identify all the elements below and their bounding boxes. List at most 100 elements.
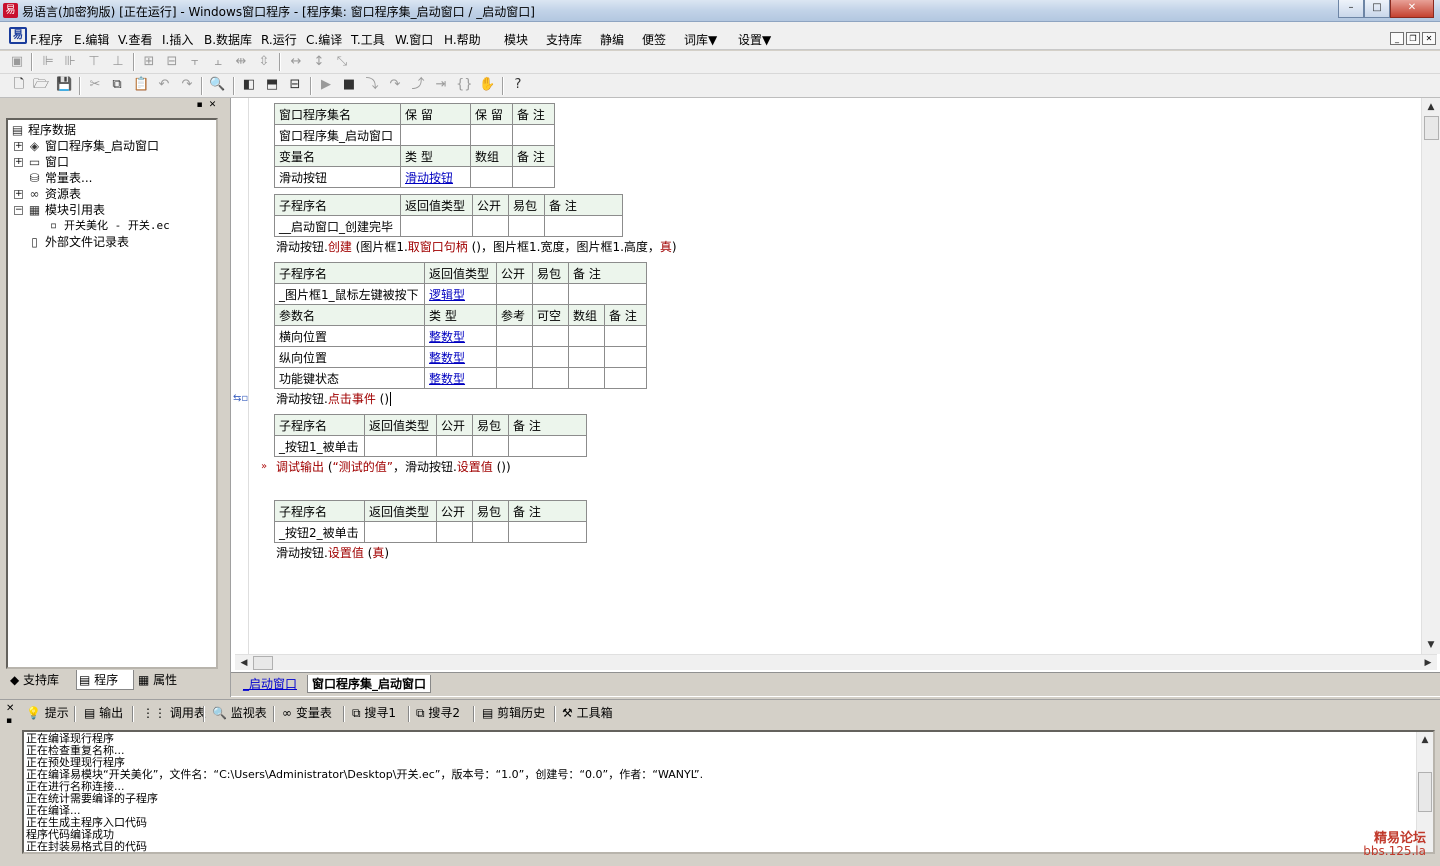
- menu-run[interactable]: R.运行: [261, 31, 297, 48]
- code-line-create[interactable]: 滑动按钮.创建 (图片框1.取窗口句柄 ()，图片框1.宽度，图片框1.高度，真…: [276, 239, 677, 255]
- find-icon[interactable]: 🔍: [209, 77, 225, 93]
- height-icon[interactable]: ↕: [311, 54, 327, 70]
- menu-view[interactable]: V.查看: [118, 31, 152, 48]
- center-horizontal-icon[interactable]: ⊞: [141, 54, 157, 70]
- save-icon[interactable]: 💾: [56, 77, 72, 93]
- step-out-icon[interactable]: ⤴: [410, 77, 426, 93]
- layout-top-icon[interactable]: ⬒: [264, 77, 280, 93]
- expand-icon[interactable]: +: [14, 190, 23, 199]
- breakpoint-icon[interactable]: {}: [456, 77, 473, 93]
- menu-database[interactable]: B.数据库: [204, 31, 252, 48]
- panel-pin-button[interactable]: ▪: [194, 100, 205, 111]
- tab-variable-table[interactable]: ∞ 变量表: [282, 705, 332, 721]
- scroll-down-icon[interactable]: ▼: [1424, 638, 1438, 652]
- new-file-icon[interactable]: 🗋: [11, 77, 27, 93]
- open-folder-icon[interactable]: 🗁: [33, 77, 49, 93]
- layout-split-icon[interactable]: ⊟: [287, 77, 303, 93]
- size-icon[interactable]: ⤡: [334, 54, 350, 70]
- space-vertical-icon[interactable]: ⇳: [256, 54, 272, 70]
- tree-item-external-files[interactable]: ▯ 外部文件记录表: [27, 234, 129, 250]
- code-line-debug-output[interactable]: 调试输出 (“测试的值”，滑动按钮.设置值 ()): [276, 459, 511, 475]
- close-button[interactable]: ✕: [1390, 0, 1434, 18]
- mdi-minimize-button[interactable]: _: [1390, 32, 1404, 45]
- cut-icon[interactable]: ✂: [87, 77, 103, 93]
- center-vertical-icon[interactable]: ⊟: [164, 54, 180, 70]
- menu-insert[interactable]: I.插入: [162, 31, 193, 48]
- tree-item-module-file[interactable]: ▫ 开关美化 - 开关.ec: [46, 218, 170, 234]
- tree-item-module-refs[interactable]: − ▦ 模块引用表: [14, 202, 105, 218]
- collapse-icon[interactable]: −: [14, 206, 23, 215]
- tab-assembly-start-window[interactable]: 窗口程序集_启动窗口: [307, 675, 432, 693]
- panel-close-button[interactable]: ✕: [207, 100, 218, 111]
- tab-output[interactable]: ▤ 输出: [84, 705, 123, 721]
- undo-icon[interactable]: ↶: [156, 77, 172, 93]
- menu-static-compile[interactable]: 静编: [600, 31, 624, 48]
- tab-search2[interactable]: ⧉ 搜寻2: [416, 705, 460, 721]
- output-text-area[interactable]: 正在编译现行程序 正在检查重复名称... 正在预处理现行程序 正在编译易模块“开…: [22, 730, 1435, 854]
- align-bottom-icon[interactable]: ⊥: [110, 54, 126, 70]
- tree-item-resources[interactable]: + ∞ 资源表: [14, 186, 81, 202]
- width-icon[interactable]: ↔: [288, 54, 304, 70]
- context-help-icon[interactable]: ?: [510, 77, 526, 93]
- horizontal-scroll-thumb[interactable]: [253, 656, 273, 670]
- menu-support-lib[interactable]: 支持库: [546, 31, 582, 48]
- menu-notes[interactable]: 便签: [642, 31, 666, 48]
- layout-left-icon[interactable]: ◧: [241, 77, 257, 93]
- step-over-icon[interactable]: ↷: [387, 77, 403, 93]
- tab-hint[interactable]: 💡 提示: [26, 705, 69, 721]
- minimize-button[interactable]: –: [1338, 0, 1364, 18]
- menu-program[interactable]: F.程序: [30, 31, 63, 48]
- menu-settings[interactable]: 设置▼: [738, 31, 771, 48]
- mdi-restore-button[interactable]: ❐: [1406, 32, 1420, 45]
- tree-root[interactable]: ▤ 程序数据: [10, 122, 76, 138]
- tab-watch-table[interactable]: 🔍 监视表: [212, 705, 267, 721]
- copy-icon[interactable]: ⧉: [109, 77, 125, 93]
- code-line-click-event[interactable]: 滑动按钮.点击事件 (): [276, 391, 392, 407]
- tab-properties[interactable]: ▦ 属性: [136, 670, 192, 690]
- run-icon[interactable]: ▶: [318, 77, 334, 93]
- code-line-set-value[interactable]: 滑动按钮.设置值 (真): [276, 545, 389, 561]
- align-top-icon[interactable]: ⊤: [86, 54, 102, 70]
- tab-toolbox[interactable]: ⚒ 工具箱: [562, 705, 613, 721]
- editor-horizontal-scrollbar[interactable]: ◀ ▶: [235, 654, 1437, 670]
- menu-thesaurus[interactable]: 词库▼: [684, 31, 717, 48]
- run-to-cursor-icon[interactable]: ⇥: [433, 77, 449, 93]
- redo-icon[interactable]: ↷: [179, 77, 195, 93]
- menu-window[interactable]: W.窗口: [395, 31, 433, 48]
- menu-tools[interactable]: T.工具: [351, 31, 385, 48]
- same-height-icon[interactable]: ⫠: [210, 54, 226, 70]
- expand-icon[interactable]: +: [14, 158, 23, 167]
- program-tree[interactable]: ▤ 程序数据 + ◈ 窗口程序集_启动窗口 + ▭ 窗口 ⛁ 常量表... + ∞ 资源表 − ▦…: [6, 118, 218, 669]
- editor-vertical-scrollbar[interactable]: ▲ ▼: [1421, 98, 1440, 654]
- event-link-icon[interactable]: ⇆▫: [233, 392, 248, 406]
- hand-icon[interactable]: ✋: [479, 77, 495, 93]
- space-horizontal-icon[interactable]: ⇹: [233, 54, 249, 70]
- output-panel-close-icon[interactable]: ✕: [6, 703, 14, 714]
- tab-program[interactable]: ▤ 程序: [76, 670, 134, 690]
- tab-support-lib[interactable]: ◆ 支持库: [8, 670, 74, 690]
- menu-help[interactable]: H.帮助: [444, 31, 481, 48]
- code-editor[interactable]: ⇆▫ » 窗口程序集名保 留保 留备 注 窗口程序集_启动窗口 变量名类 型数组…: [230, 98, 1440, 697]
- menu-compile[interactable]: C.编译: [306, 31, 342, 48]
- step-into-icon[interactable]: ⤵: [364, 77, 380, 93]
- tree-item-constants[interactable]: ⛁ 常量表...: [27, 170, 92, 186]
- scroll-left-icon[interactable]: ◀: [237, 656, 251, 670]
- paste-icon[interactable]: 📋: [133, 77, 149, 93]
- tree-item-window[interactable]: + ▭ 窗口: [14, 154, 69, 170]
- same-width-icon[interactable]: ⫟: [187, 54, 203, 70]
- menu-module[interactable]: 模块: [504, 31, 528, 48]
- mdi-close-button[interactable]: ✕: [1422, 32, 1436, 45]
- align-right-icon[interactable]: ⊪: [62, 54, 78, 70]
- output-scroll-thumb[interactable]: [1418, 772, 1432, 812]
- align-left-icon[interactable]: ⊫: [40, 54, 56, 70]
- menu-edit[interactable]: E.编辑: [74, 31, 109, 48]
- tree-item-assembly[interactable]: + ◈ 窗口程序集_启动窗口: [14, 138, 159, 154]
- tab-clip-history[interactable]: ▤ 剪辑历史: [482, 705, 545, 721]
- stop-icon[interactable]: ■: [341, 77, 357, 93]
- tab-start-window[interactable]: _启动窗口: [239, 675, 301, 693]
- scroll-up-icon[interactable]: ▲: [1424, 100, 1438, 114]
- align-grid-icon[interactable]: ▣: [9, 54, 25, 70]
- scroll-up-icon[interactable]: ▲: [1418, 733, 1432, 747]
- output-panel-pin-icon[interactable]: ▪: [6, 716, 12, 726]
- scroll-right-icon[interactable]: ▶: [1421, 656, 1435, 670]
